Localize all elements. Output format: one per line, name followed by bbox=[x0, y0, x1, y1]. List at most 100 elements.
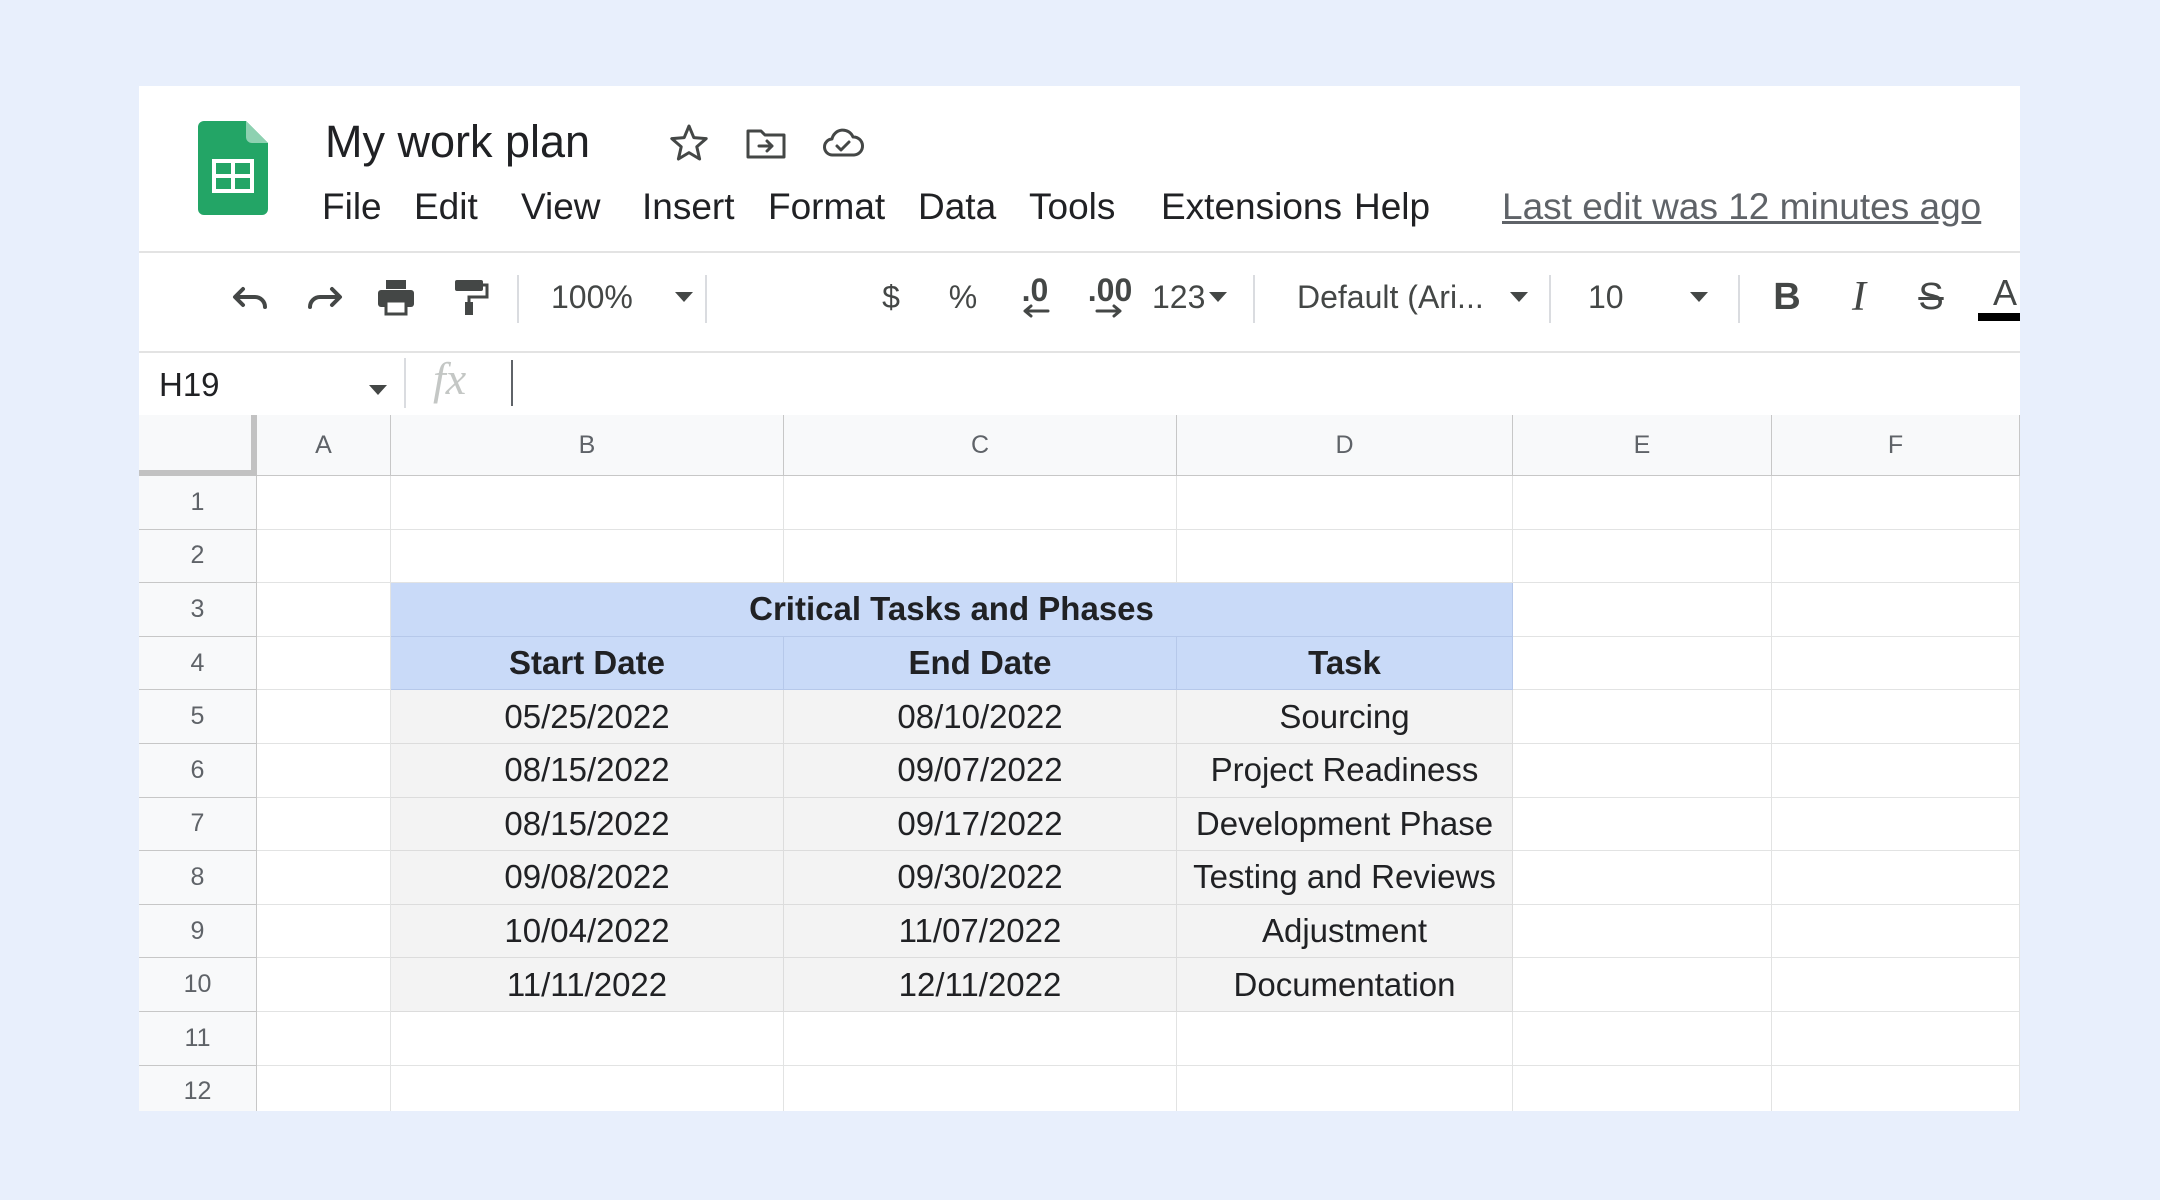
cell-a8[interactable] bbox=[257, 851, 391, 905]
column-header-c[interactable]: C bbox=[784, 415, 1177, 476]
formula-input[interactable] bbox=[519, 362, 1919, 402]
strikethrough-button[interactable]: S bbox=[1905, 271, 1957, 323]
cell-d1[interactable] bbox=[1177, 476, 1513, 530]
column-header-a[interactable]: A bbox=[257, 415, 391, 476]
name-box-chevron-down-icon[interactable] bbox=[369, 385, 387, 395]
menu-insert[interactable]: Insert bbox=[642, 186, 735, 228]
cell-e2[interactable] bbox=[1513, 529, 1772, 584]
format-currency-button[interactable]: $ bbox=[865, 271, 917, 323]
row-header-10[interactable]: 10 bbox=[139, 958, 257, 1012]
row-header-6[interactable]: 6 bbox=[139, 744, 257, 798]
table-data-cell[interactable]: 09/08/2022 bbox=[391, 851, 784, 905]
column-header-d[interactable]: D bbox=[1177, 415, 1513, 476]
row-header-9[interactable]: 9 bbox=[139, 904, 257, 959]
menu-format[interactable]: Format bbox=[768, 186, 885, 228]
row-header-1[interactable]: 1 bbox=[139, 476, 257, 530]
cell-a7[interactable] bbox=[257, 797, 391, 852]
cell-f2[interactable] bbox=[1772, 529, 2020, 584]
more-formats-button[interactable]: 123 bbox=[1152, 271, 1238, 323]
cell-a4[interactable] bbox=[257, 636, 391, 691]
row-header-4[interactable]: 4 bbox=[139, 636, 257, 691]
cell-f12[interactable] bbox=[1772, 1065, 2020, 1111]
row-header-2[interactable]: 2 bbox=[139, 529, 257, 584]
name-box[interactable]: H19 bbox=[159, 366, 220, 404]
zoom-select[interactable]: 100% bbox=[551, 271, 701, 323]
table-data-cell[interactable]: 09/17/2022 bbox=[784, 797, 1177, 852]
cell-a3[interactable] bbox=[257, 583, 391, 637]
table-header-cell[interactable]: Task bbox=[1177, 636, 1513, 691]
menu-data[interactable]: Data bbox=[918, 186, 996, 228]
table-data-cell[interactable]: 08/10/2022 bbox=[784, 690, 1177, 744]
print-icon[interactable] bbox=[370, 271, 422, 323]
cell-e11[interactable] bbox=[1513, 1012, 1772, 1066]
cell-e7[interactable] bbox=[1513, 797, 1772, 852]
font-size-select[interactable]: 10 bbox=[1588, 271, 1728, 323]
table-data-cell[interactable]: Development Phase bbox=[1177, 797, 1513, 852]
row-header-12[interactable]: 12 bbox=[139, 1065, 257, 1111]
cell-c1[interactable] bbox=[784, 476, 1177, 530]
table-data-cell[interactable]: 05/25/2022 bbox=[391, 690, 784, 744]
cell-d12[interactable] bbox=[1177, 1065, 1513, 1111]
column-header-b[interactable]: B bbox=[391, 415, 784, 476]
cell-a6[interactable] bbox=[257, 744, 391, 798]
last-edit-link[interactable]: Last edit was 12 minutes ago bbox=[1502, 186, 1981, 228]
cell-a10[interactable] bbox=[257, 958, 391, 1012]
menu-file[interactable]: File bbox=[322, 186, 382, 228]
cell-f1[interactable] bbox=[1772, 476, 2020, 530]
select-all-corner[interactable] bbox=[139, 415, 257, 476]
cell-f6[interactable] bbox=[1772, 744, 2020, 798]
menu-extensions[interactable]: Extensions bbox=[1161, 186, 1342, 228]
cell-e6[interactable] bbox=[1513, 744, 1772, 798]
column-header-e[interactable]: E bbox=[1513, 415, 1772, 476]
cell-e10[interactable] bbox=[1513, 958, 1772, 1012]
table-data-cell[interactable]: 08/15/2022 bbox=[391, 797, 784, 852]
cell-a9[interactable] bbox=[257, 904, 391, 959]
font-family-select[interactable]: Default (Ari... bbox=[1297, 271, 1528, 323]
row-header-5[interactable]: 5 bbox=[139, 690, 257, 744]
cell-a2[interactable] bbox=[257, 529, 391, 584]
cell-a1[interactable] bbox=[257, 476, 391, 530]
table-header-cell[interactable]: End Date bbox=[784, 636, 1177, 691]
table-data-cell[interactable]: Project Readiness bbox=[1177, 744, 1513, 798]
cell-f5[interactable] bbox=[1772, 690, 2020, 744]
cell-b2[interactable] bbox=[391, 529, 784, 584]
cell-d2[interactable] bbox=[1177, 529, 1513, 584]
cell-f9[interactable] bbox=[1772, 904, 2020, 959]
table-data-cell[interactable]: Adjustment bbox=[1177, 904, 1513, 959]
cell-c2[interactable] bbox=[784, 529, 1177, 584]
cell-c11[interactable] bbox=[784, 1012, 1177, 1066]
row-header-8[interactable]: 8 bbox=[139, 851, 257, 905]
decrease-decimal-button[interactable]: .0 bbox=[1005, 271, 1065, 323]
cell-e12[interactable] bbox=[1513, 1065, 1772, 1111]
table-title-cell[interactable]: Critical Tasks and Phases bbox=[391, 583, 1513, 637]
table-header-cell[interactable]: Start Date bbox=[391, 636, 784, 691]
cell-f4[interactable] bbox=[1772, 636, 2020, 691]
cell-f10[interactable] bbox=[1772, 958, 2020, 1012]
cell-b1[interactable] bbox=[391, 476, 784, 530]
cell-f7[interactable] bbox=[1772, 797, 2020, 852]
row-header-7[interactable]: 7 bbox=[139, 797, 257, 852]
bold-button[interactable]: B bbox=[1761, 271, 1813, 323]
italic-button[interactable]: I bbox=[1833, 271, 1885, 323]
column-header-f[interactable]: F bbox=[1772, 415, 2020, 476]
cell-e8[interactable] bbox=[1513, 851, 1772, 905]
table-data-cell[interactable]: 09/07/2022 bbox=[784, 744, 1177, 798]
row-header-3[interactable]: 3 bbox=[139, 583, 257, 637]
table-data-cell[interactable]: 08/15/2022 bbox=[391, 744, 784, 798]
sheets-logo-icon[interactable] bbox=[198, 121, 268, 215]
increase-decimal-button[interactable]: .00 bbox=[1077, 271, 1143, 323]
cloud-saved-icon[interactable] bbox=[820, 120, 866, 166]
paint-format-icon[interactable] bbox=[443, 271, 495, 323]
cell-e5[interactable] bbox=[1513, 690, 1772, 744]
text-color-button[interactable]: A bbox=[1975, 271, 2020, 323]
cell-f8[interactable] bbox=[1772, 851, 2020, 905]
table-data-cell[interactable]: 12/11/2022 bbox=[784, 958, 1177, 1012]
table-data-cell[interactable]: 10/04/2022 bbox=[391, 904, 784, 959]
menu-edit[interactable]: Edit bbox=[414, 186, 478, 228]
menu-view[interactable]: View bbox=[521, 186, 601, 228]
cell-d11[interactable] bbox=[1177, 1012, 1513, 1066]
table-data-cell[interactable]: Documentation bbox=[1177, 958, 1513, 1012]
cell-a11[interactable] bbox=[257, 1012, 391, 1066]
cell-e9[interactable] bbox=[1513, 904, 1772, 959]
cell-c12[interactable] bbox=[784, 1065, 1177, 1111]
